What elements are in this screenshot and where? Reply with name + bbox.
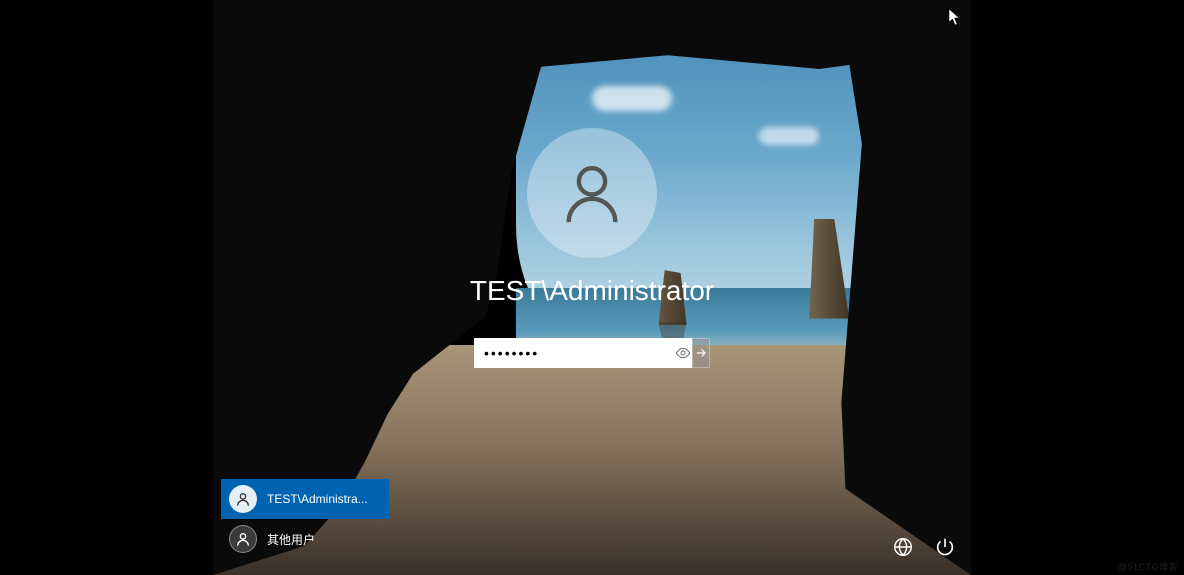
user-avatar	[527, 128, 657, 258]
network-icon	[892, 536, 914, 558]
user-item-avatar	[229, 525, 257, 553]
login-screen: TEST\Administrator TEST\Administra...	[213, 0, 971, 575]
power-button[interactable]	[933, 535, 957, 559]
password-row	[474, 338, 710, 368]
user-list: TEST\Administra... 其他用户	[221, 479, 389, 559]
user-item-label: 其他用户	[267, 531, 315, 548]
system-tray	[891, 535, 957, 559]
network-button[interactable]	[891, 535, 915, 559]
user-icon	[235, 491, 251, 507]
watermark: @51CTO博客	[1118, 560, 1178, 573]
user-icon	[235, 531, 251, 547]
reveal-password-button[interactable]	[675, 338, 692, 368]
arrow-right-icon	[694, 346, 708, 360]
user-list-item-administrator[interactable]: TEST\Administra...	[221, 479, 389, 519]
power-icon	[934, 536, 956, 558]
user-item-label: TEST\Administra...	[267, 492, 368, 506]
eye-icon	[675, 345, 691, 361]
user-icon	[557, 158, 627, 228]
user-item-avatar	[229, 485, 257, 513]
user-list-item-other[interactable]: 其他用户	[221, 519, 389, 559]
password-input[interactable]	[474, 338, 675, 368]
submit-button[interactable]	[692, 338, 711, 368]
username-display: TEST\Administrator	[470, 275, 714, 307]
